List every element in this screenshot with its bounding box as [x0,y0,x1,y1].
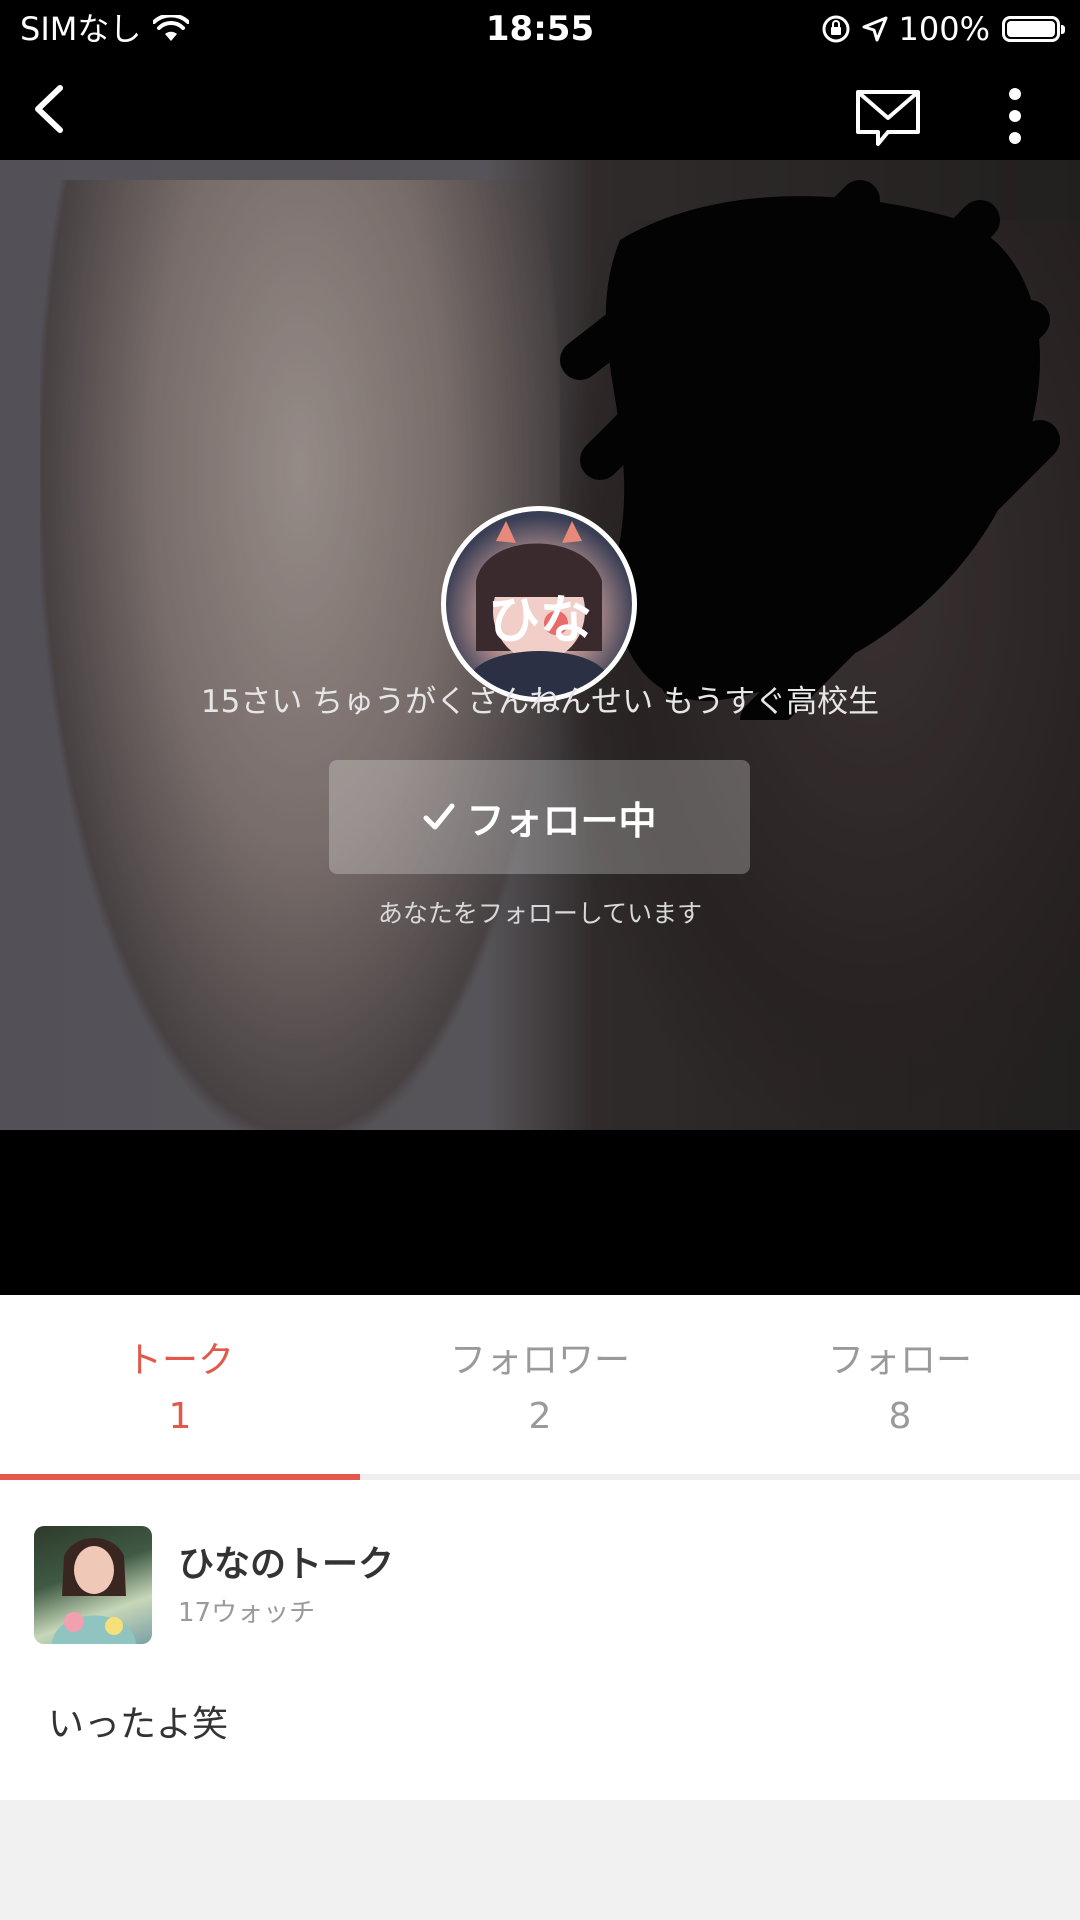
following-button-label: フォロー中 [466,798,657,843]
talk-list-item[interactable]: ひなのトーク 17ウォッチ いったよ笑 [0,1480,1080,1800]
following-button[interactable]: フォロー中 [329,760,750,874]
profile-cover: ひな 15さい ちゅうがくさんねんせい もうすぐ高校生 フォロー中 あなたをフォ… [0,160,1080,1130]
tab-following-label: フォロー [827,1340,972,1381]
nav-bar [0,58,1080,160]
battery-percent: 100% [898,10,990,48]
talk-title: ひなのトーク [178,1544,395,1585]
follows-you-note: あなたをフォローしています [377,899,703,928]
chevron-left-icon[interactable] [26,84,76,134]
talk-thumbnail-image [52,1538,136,1644]
tab-followers[interactable]: フォロワー 2 [360,1295,720,1479]
battery-icon [1002,16,1065,42]
talk-watch-count: 17ウォッチ [178,1598,316,1628]
status-right: 100% [811,8,1065,50]
tab-following-count: 8 [888,1396,912,1437]
location-arrow-icon [862,16,888,42]
status-bar: SIMなし 18:55 100% [0,0,1080,58]
more-vertical-icon[interactable] [998,86,1032,146]
cover-bottom-band [0,1130,1080,1295]
tab-talk-label: トーク [125,1340,234,1381]
profile-bio: 15さい ちゅうがくさんねんせい もうすぐ高校生 [200,684,880,720]
checkmark-icon [423,803,455,830]
tab-talk-count: 1 [168,1396,192,1437]
envelope-icon[interactable] [854,88,922,148]
tab-following[interactable]: フォロー 8 [720,1295,1080,1479]
tab-talk[interactable]: トーク 1 [0,1295,360,1479]
tab-followers-label: フォロワー [449,1340,630,1381]
profile-name: ひな [487,591,592,651]
battery-level-fill [1007,21,1055,37]
talk-thumbnail [34,1526,152,1644]
profile-tabs: トーク 1 フォロワー 2 フォロー 8 [0,1295,1080,1479]
talk-latest-message: いったよ笑 [48,1704,229,1745]
tab-followers-count: 2 [528,1396,552,1437]
orientation-lock-icon [822,15,850,43]
